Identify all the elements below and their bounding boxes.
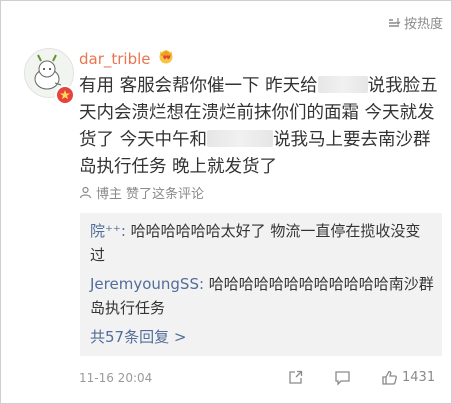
comment-button[interactable] (334, 369, 351, 386)
like-button[interactable]: 1431 (381, 369, 435, 386)
replies-panel: 院⁺⁺: 哈哈哈哈哈哈太好了 物流一直停在揽收没变过 JeremyoungSS:… (80, 213, 442, 356)
reply-text: 哈哈哈哈哈哈太好了 物流一直停在揽收没变过 (90, 222, 421, 264)
share-button[interactable] (287, 369, 304, 386)
like-icon (382, 370, 397, 385)
author-liked-row: 博主 赞了这条评论 (79, 183, 204, 202)
comment-icon (335, 371, 350, 386)
more-replies-link[interactable]: 共57条回复 > (90, 326, 186, 347)
reply-author[interactable]: JeremyoungSS: (90, 275, 204, 293)
sort-button[interactable]: 按热度 (387, 13, 443, 32)
verified-badge-icon (60, 90, 70, 100)
reply-item[interactable]: JeremyoungSS: 哈哈哈哈哈哈哈哈哈哈哈哈南沙群岛执行任务 (90, 272, 435, 320)
verified-badge (55, 85, 75, 105)
author-label: 博主 (96, 187, 123, 202)
like-count: 1431 (402, 370, 436, 385)
sort-icon (388, 17, 401, 27)
comment-text-part: 有用 客服会帮你催一下 昨天给 (79, 76, 318, 96)
reply-item[interactable]: 院⁺⁺: 哈哈哈哈哈哈太好了 物流一直停在揽收没变过 (90, 219, 435, 267)
share-icon (289, 370, 303, 384)
comment-text: 有用 客服会帮你催一下 昨天给 说我脸五天内会溃烂想在溃烂前抹你们的面霜 今天就发… (79, 73, 439, 181)
redacted-name (317, 76, 368, 93)
timestamp: 11-16 20:04 (79, 371, 153, 385)
author-icon (79, 186, 92, 199)
username[interactable]: dar_trible (79, 50, 151, 68)
crown-icon (159, 50, 173, 64)
author-liked-text: 赞了这条评论 (126, 187, 205, 202)
sort-label: 按热度 (403, 17, 443, 32)
reply-author[interactable]: 院⁺⁺: (90, 222, 126, 240)
redacted-name (207, 130, 274, 147)
